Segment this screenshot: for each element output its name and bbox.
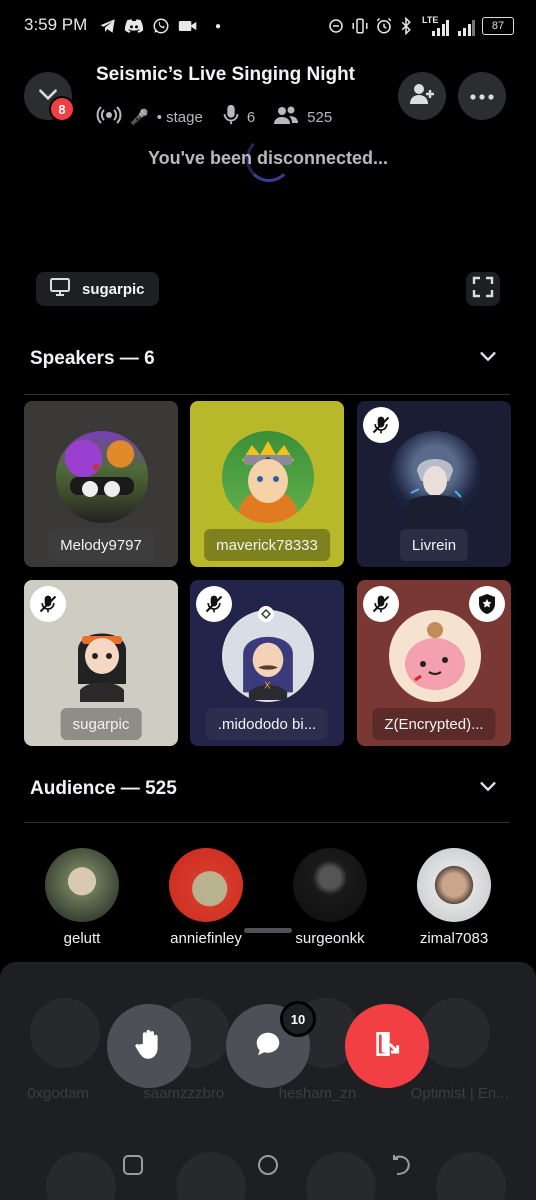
speaker-name: Z(Encrypted)... <box>372 708 496 740</box>
audience-name: gelutt <box>63 930 101 947</box>
clock: 3:59 PM <box>24 15 88 34</box>
avatar <box>56 610 148 702</box>
more-icon <box>470 87 494 105</box>
connection-status: You've been disconnected... <box>147 148 388 168</box>
chevron-down-icon <box>477 345 499 372</box>
bluetooth-icon <box>396 16 416 36</box>
audience-heading: Audience — 525 <box>30 778 177 799</box>
telegram-icon <box>98 16 118 36</box>
speaker-tile[interactable]: Livrein <box>357 401 511 567</box>
avatar: X <box>222 610 314 702</box>
stage-info-row: 🎤 • stage 6 525 <box>96 104 332 130</box>
audience-name: surgeonkk <box>295 930 365 947</box>
back-button[interactable] <box>390 1152 416 1178</box>
hand-icon <box>134 1028 164 1065</box>
audience-member[interactable]: zimal7083 <box>399 848 509 947</box>
fullscreen-button[interactable] <box>466 272 500 306</box>
listeners-icon <box>273 105 299 129</box>
invite-button[interactable] <box>398 72 446 120</box>
audience-name: zimal7083 <box>419 930 489 947</box>
whatsapp-icon <box>151 16 171 36</box>
speakers-toggle[interactable] <box>476 346 500 370</box>
video-icon <box>178 16 198 36</box>
listeners-count: 525 <box>307 108 333 126</box>
diamond-icon <box>258 606 274 622</box>
home-button[interactable] <box>255 1152 281 1178</box>
speaker-name: .midododo bi... <box>205 708 329 740</box>
speaker-tile[interactable]: Z(Encrypted)... <box>357 580 511 746</box>
speaker-name: maverick78333 <box>204 529 330 561</box>
avatar <box>306 1152 376 1200</box>
speaker-tile[interactable]: sugarpic <box>24 580 178 746</box>
avatar <box>169 848 243 922</box>
avatar <box>389 610 481 702</box>
stage-label: • stage <box>156 108 203 126</box>
divider <box>24 394 510 395</box>
avatar <box>417 848 491 922</box>
monitor-icon <box>50 278 70 300</box>
chevron-down-icon <box>477 775 499 802</box>
avatar <box>293 848 367 922</box>
avatar <box>30 998 100 1068</box>
speaker-tile[interactable]: X .midododo bi... <box>190 580 344 746</box>
recent-apps-button[interactable] <box>120 1152 146 1178</box>
fullscreen-icon <box>472 276 494 303</box>
sync-icon <box>326 16 346 36</box>
svg-text:X: X <box>264 681 271 692</box>
alarm-icon <box>374 16 394 36</box>
avatar <box>436 1152 506 1200</box>
speaker-name: Melody9797 <box>48 529 154 561</box>
battery-indicator: 87 <box>482 17 514 35</box>
more-options-button[interactable] <box>458 72 506 120</box>
microphone-emoji-icon: 🎤 <box>130 109 149 126</box>
stage-title: Seismic’s Live Singing Night <box>96 64 356 85</box>
streamer-name: sugarpic <box>82 280 145 298</box>
sheet-handle[interactable] <box>244 928 292 933</box>
audience-toggle[interactable] <box>476 776 500 800</box>
add-user-icon <box>409 82 435 111</box>
audience-name: hesham_zn <box>278 1085 357 1102</box>
divider <box>24 822 510 823</box>
avatar <box>389 431 481 523</box>
leave-icon <box>371 1028 403 1065</box>
audience-name: saamzzzbro <box>143 1085 225 1102</box>
audience-member[interactable]: surgeonkk <box>275 848 385 947</box>
avatar <box>176 1152 246 1200</box>
speaker-tile[interactable]: maverick78333 <box>190 401 344 567</box>
avatar <box>46 1152 116 1200</box>
speaker-tile[interactable]: Melody9797 <box>24 401 178 567</box>
speakers-count: 6 <box>246 108 256 126</box>
avatar <box>56 431 148 523</box>
speakers-heading: Speakers — 6 <box>30 348 155 369</box>
signal-icon <box>430 18 450 38</box>
raise-hand-button[interactable] <box>107 1004 191 1088</box>
chat-unread-badge: 10 <box>280 1001 316 1037</box>
audience-name: 0xgodam <box>27 1085 89 1102</box>
vibrate-icon <box>350 16 370 36</box>
dot-icon: ● <box>214 20 222 32</box>
status-bar: 3:59 PM ● LTE 87 <box>0 0 536 52</box>
avatar <box>222 431 314 523</box>
audience-name: Optimist | En... <box>410 1085 509 1102</box>
chat-bubble-icon <box>252 1029 284 1064</box>
notification-badge: 8 <box>49 96 75 122</box>
speaker-name: sugarpic <box>60 708 142 740</box>
audience-member[interactable]: gelutt <box>27 848 137 947</box>
stage-broadcast-icon <box>96 103 122 131</box>
avatar <box>420 998 490 1068</box>
speaker-mic-icon <box>223 104 239 130</box>
signal-icon <box>456 18 476 38</box>
discord-icon <box>124 16 144 36</box>
leave-stage-button[interactable] <box>345 1004 429 1088</box>
avatar <box>45 848 119 922</box>
speaker-name: Livrein <box>399 529 469 561</box>
stream-chip[interactable]: sugarpic <box>36 272 159 306</box>
